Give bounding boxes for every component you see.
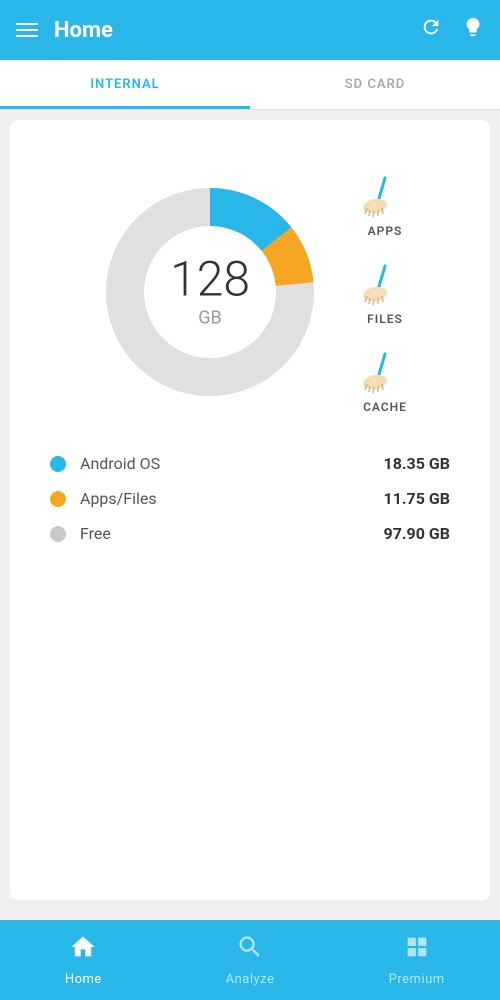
nav-premium-label: Premium [389, 972, 445, 987]
free-value: 97.90 GB [384, 524, 450, 543]
legend-apps-files: Apps/Files 11.75 GB [50, 489, 450, 508]
legend-free: Free 97.90 GB [50, 524, 450, 543]
tab-internal[interactable]: INTERNAL [0, 60, 250, 109]
android-os-text: Android OS [80, 454, 384, 473]
analyze-icon [236, 933, 264, 968]
donut-chart: 128 GB [90, 172, 330, 412]
cache-broom-icon [360, 346, 410, 396]
page-title: Home [54, 18, 420, 43]
cache-label: CACHE [363, 400, 407, 414]
android-os-dot [50, 456, 66, 472]
nav-premium[interactable]: Premium [333, 933, 500, 987]
nav-analyze-label: Analyze [226, 972, 275, 987]
free-dot [50, 526, 66, 542]
chart-area: 128 GB APPS [20, 170, 480, 414]
storage-value: 128 [170, 256, 250, 304]
menu-button[interactable] [16, 23, 38, 37]
tab-sdcard[interactable]: SD CARD [250, 60, 500, 109]
files-button[interactable]: FILES [360, 258, 410, 326]
apps-files-value: 11.75 GB [384, 489, 450, 508]
action-icons: APPS FILES [360, 170, 410, 414]
storage-unit: GB [170, 308, 250, 329]
free-text: Free [80, 524, 384, 543]
android-os-value: 18.35 GB [384, 454, 450, 473]
legend-android-os: Android OS 18.35 GB [50, 454, 450, 473]
apps-button[interactable]: APPS [360, 170, 410, 238]
storage-legend: Android OS 18.35 GB Apps/Files 11.75 GB … [20, 454, 480, 543]
header-actions [420, 16, 484, 44]
files-broom-icon [360, 258, 410, 308]
tab-bar: INTERNAL SD CARD [0, 60, 500, 110]
apps-files-dot [50, 491, 66, 507]
nav-analyze[interactable]: Analyze [167, 933, 334, 987]
main-content: 128 GB APPS [10, 120, 490, 900]
apps-label: APPS [368, 224, 403, 238]
nav-home-label: Home [65, 972, 102, 987]
premium-icon [403, 933, 431, 968]
files-label: FILES [367, 312, 403, 326]
apps-files-text: Apps/Files [80, 489, 384, 508]
refresh-button[interactable] [420, 16, 442, 44]
app-header: Home [0, 0, 500, 60]
home-icon [69, 933, 97, 968]
nav-home[interactable]: Home [0, 933, 167, 987]
bottom-navigation: Home Analyze Premium [0, 920, 500, 1000]
apps-broom-icon [360, 170, 410, 220]
donut-center-text: 128 GB [170, 256, 250, 329]
cache-button[interactable]: CACHE [360, 346, 410, 414]
tips-button[interactable] [462, 16, 484, 44]
